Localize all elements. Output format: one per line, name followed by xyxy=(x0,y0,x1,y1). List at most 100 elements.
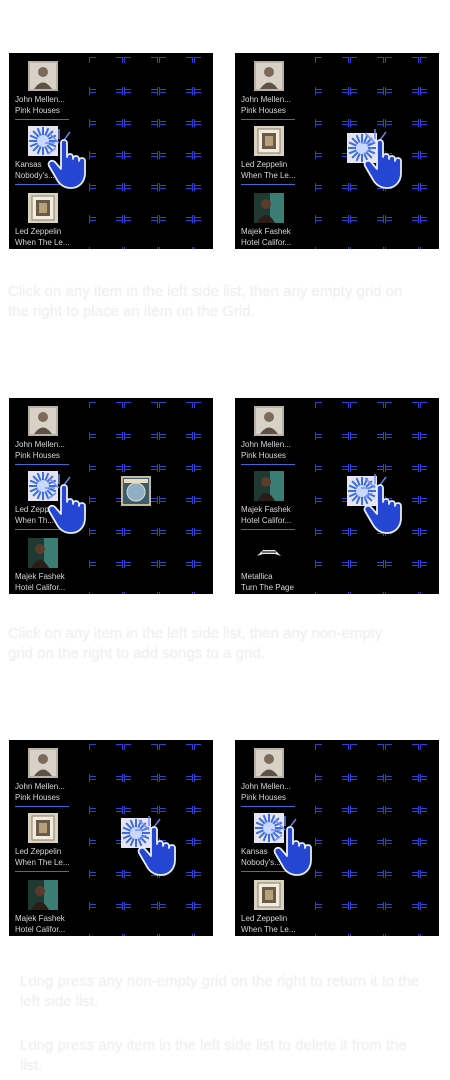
grid-cell[interactable] xyxy=(420,434,439,470)
song-list-item[interactable]: Led Zeppelin When The Le... xyxy=(241,126,297,186)
song-list-item[interactable]: John Mellen... Pink Houses xyxy=(15,406,71,466)
grid-cell[interactable] xyxy=(194,89,213,125)
grid-cell[interactable] xyxy=(420,744,439,780)
grid-cell[interactable] xyxy=(315,904,349,936)
grid-cell[interactable] xyxy=(89,776,123,812)
grid-cell[interactable] xyxy=(124,562,158,594)
grid-cell[interactable] xyxy=(385,434,419,470)
grid-cell[interactable] xyxy=(89,89,123,125)
grid-cell[interactable] xyxy=(315,153,349,189)
grid-cell[interactable] xyxy=(194,466,213,502)
grid-cell[interactable] xyxy=(350,904,384,936)
grid-cell[interactable] xyxy=(315,776,349,812)
song-list-item[interactable]: John Mellen... Pink Houses xyxy=(241,61,297,121)
song-list-item[interactable]: John Mellen... Pink Houses xyxy=(241,406,297,466)
grid-cell[interactable] xyxy=(385,217,419,249)
grid-cell[interactable] xyxy=(124,121,158,157)
song-list-item[interactable]: Led Zeppelin When The Le... xyxy=(15,193,71,249)
grid-cell[interactable] xyxy=(350,57,384,93)
grid-cell[interactable] xyxy=(194,744,213,780)
grid-cell[interactable] xyxy=(159,530,193,566)
grid-cell[interactable] xyxy=(315,121,349,157)
grid-cell[interactable] xyxy=(194,904,213,936)
grid-cell[interactable] xyxy=(315,498,349,534)
grid-cell[interactable] xyxy=(420,402,439,438)
grid-cell[interactable] xyxy=(159,153,193,189)
grid-cell[interactable] xyxy=(194,562,213,594)
grid-cell[interactable] xyxy=(124,904,158,936)
grid-cell[interactable] xyxy=(124,57,158,93)
grid-cell[interactable] xyxy=(385,840,419,876)
grid-cell[interactable] xyxy=(315,530,349,566)
song-list-item[interactable]: John Mellen... Pink Houses xyxy=(15,61,71,121)
song-list-item[interactable]: John Mellen... Pink Houses xyxy=(241,748,297,808)
grid-cell[interactable] xyxy=(89,402,123,438)
grid-cell[interactable] xyxy=(350,562,384,594)
grid-cell[interactable] xyxy=(194,776,213,812)
grid-cell[interactable] xyxy=(420,872,439,908)
grid-cell[interactable] xyxy=(385,89,419,125)
grid-cell[interactable] xyxy=(315,466,349,502)
grid-cell[interactable] xyxy=(315,744,349,780)
grid-cell[interactable] xyxy=(385,57,419,93)
grid-cell[interactable] xyxy=(194,153,213,189)
grid-cell[interactable] xyxy=(350,217,384,249)
song-list-item[interactable]: Majek Fashek Hotel Califor... xyxy=(241,471,297,531)
grid-cell[interactable] xyxy=(124,217,158,249)
grid-cell[interactable] xyxy=(159,744,193,780)
grid-cell[interactable] xyxy=(350,402,384,438)
grid-cell[interactable] xyxy=(159,498,193,534)
grid-cell[interactable] xyxy=(89,434,123,470)
grid-cell[interactable] xyxy=(315,562,349,594)
grid-cell[interactable] xyxy=(159,57,193,93)
grid-cell[interactable] xyxy=(159,89,193,125)
grid-cell[interactable] xyxy=(350,776,384,812)
grid-cell[interactable] xyxy=(159,776,193,812)
grid-cell[interactable] xyxy=(89,562,123,594)
grid-album-art-icon[interactable] xyxy=(121,476,151,506)
grid-cell[interactable] xyxy=(159,185,193,221)
grid-cell[interactable] xyxy=(315,434,349,470)
grid-cell[interactable] xyxy=(385,562,419,594)
grid-cell[interactable] xyxy=(194,217,213,249)
grid-cell[interactable] xyxy=(124,185,158,221)
grid-cell[interactable] xyxy=(350,744,384,780)
grid-cell[interactable] xyxy=(350,808,384,844)
grid-cell[interactable] xyxy=(89,872,123,908)
grid-cell[interactable] xyxy=(420,217,439,249)
song-list-item[interactable]: Metallica Turn The Page xyxy=(241,538,297,594)
song-list-item[interactable]: Led Zeppelin When The Le... xyxy=(241,880,297,936)
song-list-item[interactable]: John Mellen... Pink Houses xyxy=(15,748,71,808)
grid-cell[interactable] xyxy=(194,185,213,221)
grid-cell[interactable] xyxy=(350,434,384,470)
grid-cell[interactable] xyxy=(159,466,193,502)
grid-cell[interactable] xyxy=(124,776,158,812)
grid-cell[interactable] xyxy=(159,217,193,249)
song-list-item[interactable]: Majek Fashek Hotel Califor... xyxy=(15,880,71,936)
grid-cell[interactable] xyxy=(89,744,123,780)
grid-cell[interactable] xyxy=(315,57,349,93)
grid-cell[interactable] xyxy=(194,498,213,534)
grid-cell[interactable] xyxy=(124,744,158,780)
grid-cell[interactable] xyxy=(194,57,213,93)
grid-cell[interactable] xyxy=(159,434,193,470)
grid-cell[interactable] xyxy=(315,89,349,125)
grid-cell[interactable] xyxy=(159,904,193,936)
grid-cell[interactable] xyxy=(385,808,419,844)
grid-cell[interactable] xyxy=(385,872,419,908)
grid-cell[interactable] xyxy=(124,402,158,438)
grid-cell[interactable] xyxy=(315,185,349,221)
grid-cell[interactable] xyxy=(194,121,213,157)
grid-cell[interactable] xyxy=(385,904,419,936)
song-list-item[interactable]: Majek Fashek Hotel Califor... xyxy=(241,193,297,249)
grid-cell[interactable] xyxy=(194,530,213,566)
song-list-item[interactable]: Led Zeppelin When The Le... xyxy=(15,813,71,873)
grid-cell[interactable] xyxy=(194,434,213,470)
grid-cell[interactable] xyxy=(420,776,439,812)
grid-cell[interactable] xyxy=(420,89,439,125)
grid-cell[interactable] xyxy=(89,217,123,249)
grid-cell[interactable] xyxy=(124,89,158,125)
grid-cell[interactable] xyxy=(350,840,384,876)
grid-cell[interactable] xyxy=(420,57,439,93)
grid-cell[interactable] xyxy=(350,89,384,125)
